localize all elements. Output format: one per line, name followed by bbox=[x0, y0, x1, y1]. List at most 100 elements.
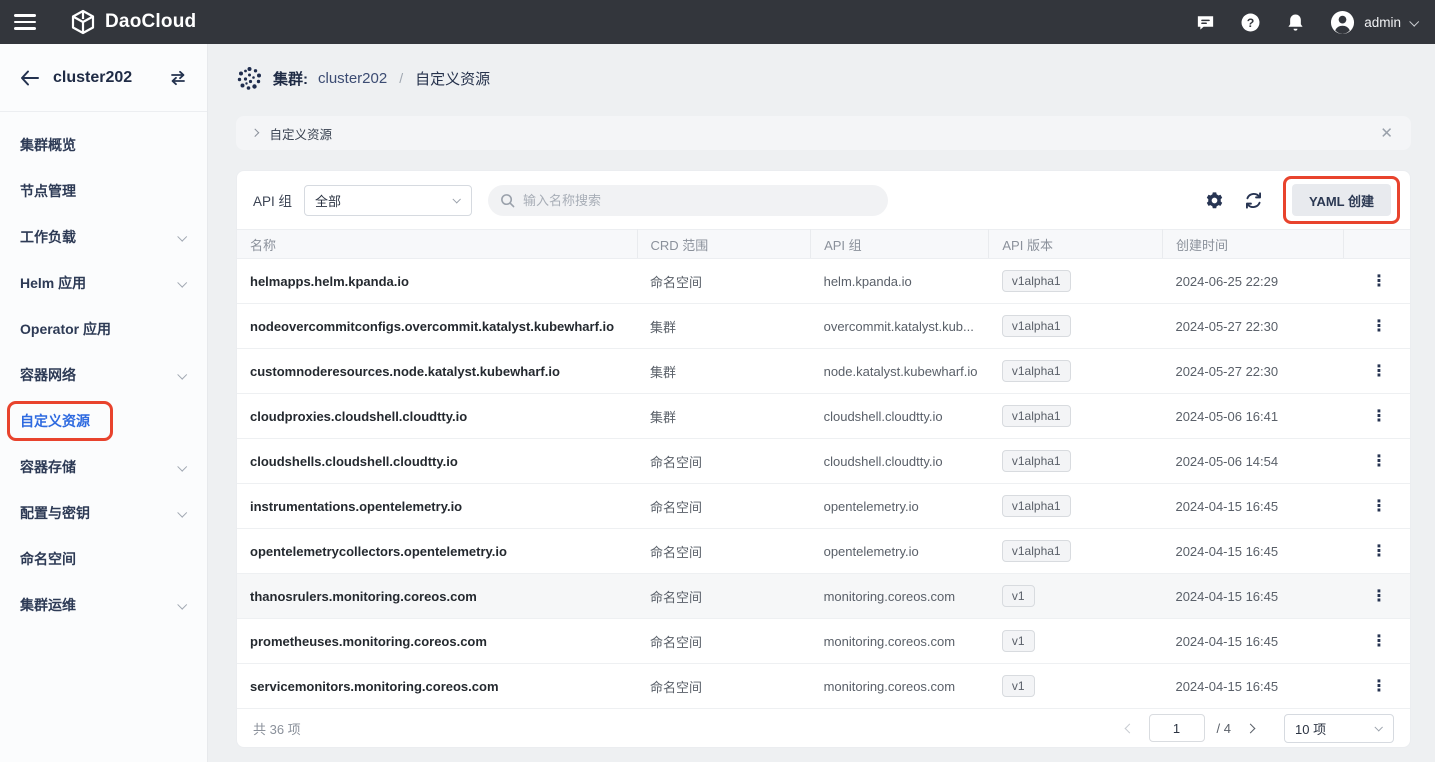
api-version-badge: v1alpha1 bbox=[1002, 270, 1071, 292]
yaml-create-button[interactable]: YAML 创建 bbox=[1292, 184, 1391, 216]
api-version-badge: v1alpha1 bbox=[1002, 315, 1071, 337]
kebab-menu-icon[interactable]: ⋮ bbox=[1371, 408, 1387, 425]
search-box bbox=[488, 185, 888, 216]
close-icon[interactable]: ✕ bbox=[1378, 124, 1395, 143]
table-toolbar: API 组 全部 bbox=[237, 171, 1410, 229]
sidebar-item-0[interactable]: 集群概览 bbox=[0, 122, 207, 168]
kebab-menu-icon[interactable]: ⋮ bbox=[1371, 273, 1387, 290]
table-row[interactable]: cloudproxies.cloudshell.cloudtty.io 集群 c… bbox=[237, 394, 1410, 439]
api-version-badge: v1alpha1 bbox=[1002, 405, 1071, 427]
api-version-badge: v1alpha1 bbox=[1002, 360, 1071, 382]
crd-name: servicemonitors.monitoring.coreos.com bbox=[250, 679, 499, 694]
sidebar-item-1[interactable]: 节点管理 bbox=[0, 168, 207, 214]
table-row[interactable]: prometheuses.monitoring.coreos.com 命名空间 … bbox=[237, 619, 1410, 664]
table-row[interactable]: opentelemetrycollectors.opentelemetry.io… bbox=[237, 529, 1410, 574]
breadcrumb-cluster-link[interactable]: cluster202 bbox=[318, 70, 387, 87]
crd-created-time: 2024-05-27 22:30 bbox=[1162, 304, 1343, 349]
user-menu[interactable]: admin bbox=[1330, 10, 1417, 35]
switch-cluster-icon[interactable] bbox=[169, 70, 187, 86]
hamburger-menu-icon[interactable] bbox=[14, 14, 36, 30]
sidebar-item-5[interactable]: 容器网络 bbox=[0, 352, 207, 398]
brand-logo[interactable]: DaoCloud bbox=[70, 9, 196, 35]
page-number-input[interactable] bbox=[1149, 714, 1205, 742]
api-group-label: API 组 bbox=[253, 190, 292, 210]
crd-name: instrumentations.opentelemetry.io bbox=[250, 499, 462, 514]
crd-created-time: 2024-06-25 22:29 bbox=[1162, 259, 1343, 304]
api-version-badge: v1 bbox=[1002, 585, 1035, 607]
crd-scope: 命名空间 bbox=[637, 529, 811, 574]
table-row[interactable]: customnoderesources.node.katalyst.kubewh… bbox=[237, 349, 1410, 394]
crd-api-group: cloudshell.cloudtty.io bbox=[811, 394, 989, 439]
sidebar-item-10[interactable]: 集群运维 bbox=[0, 582, 207, 628]
help-icon[interactable]: ? bbox=[1240, 12, 1261, 33]
sidebar-item-6[interactable]: 自定义资源 bbox=[0, 398, 207, 444]
kebab-menu-icon[interactable]: ⋮ bbox=[1371, 678, 1387, 695]
crd-created-time: 2024-04-15 16:45 bbox=[1162, 484, 1343, 529]
kebab-menu-icon[interactable]: ⋮ bbox=[1371, 363, 1387, 380]
next-page-icon[interactable] bbox=[1243, 721, 1258, 736]
table-row[interactable]: cloudshells.cloudshell.cloudtty.io 命名空间 … bbox=[237, 439, 1410, 484]
search-input[interactable] bbox=[523, 193, 876, 208]
breadcrumb-separator: / bbox=[397, 70, 405, 86]
daocloud-logo-icon bbox=[70, 9, 96, 35]
pagination: / 4 10 项 bbox=[1122, 714, 1394, 743]
api-version-badge: v1 bbox=[1002, 630, 1035, 652]
message-icon[interactable] bbox=[1195, 12, 1216, 33]
chevron-right-icon[interactable] bbox=[251, 129, 259, 137]
cluster-dots-icon bbox=[236, 65, 263, 92]
crd-name: cloudshells.cloudshell.cloudtty.io bbox=[250, 454, 458, 469]
table-footer: 共 36 项 / 4 10 项 bbox=[237, 709, 1410, 747]
crd-scope: 命名空间 bbox=[637, 439, 811, 484]
crd-created-time: 2024-05-06 14:54 bbox=[1162, 439, 1343, 484]
kebab-menu-icon[interactable]: ⋮ bbox=[1371, 633, 1387, 650]
crd-created-time: 2024-04-15 16:45 bbox=[1162, 664, 1343, 709]
table-row[interactable]: nodeovercommitconfigs.overcommit.katalys… bbox=[237, 304, 1410, 349]
sidebar-item-3[interactable]: Helm 应用 bbox=[0, 260, 207, 306]
crd-scope: 命名空间 bbox=[637, 619, 811, 664]
prev-page-icon[interactable] bbox=[1122, 721, 1137, 736]
crd-table: 名称CRD 范围API 组API 版本创建时间 helmapps.helm.kp… bbox=[237, 229, 1410, 709]
table-row[interactable]: helmapps.helm.kpanda.io 命名空间 helm.kpanda… bbox=[237, 259, 1410, 304]
crd-table-card: API 组 全部 bbox=[236, 170, 1411, 748]
kebab-menu-icon[interactable]: ⋮ bbox=[1371, 453, 1387, 470]
kebab-menu-icon[interactable]: ⋮ bbox=[1371, 543, 1387, 560]
table-header-row: 名称CRD 范围API 组API 版本创建时间 bbox=[237, 230, 1410, 259]
refresh-icon[interactable] bbox=[1244, 191, 1263, 210]
notification-bell-icon[interactable] bbox=[1285, 12, 1306, 33]
kebab-menu-icon[interactable]: ⋮ bbox=[1371, 318, 1387, 335]
sidebar-item-9[interactable]: 命名空间 bbox=[0, 536, 207, 582]
sidebar-item-7[interactable]: 容器存储 bbox=[0, 444, 207, 490]
column-header-1: CRD 范围 bbox=[637, 230, 811, 259]
sidebar-item-8[interactable]: 配置与密钥 bbox=[0, 490, 207, 536]
top-navbar: DaoCloud ? admin bbox=[0, 0, 1435, 44]
api-group-selected-value: 全部 bbox=[315, 191, 453, 210]
crd-name: thanosrulers.monitoring.coreos.com bbox=[250, 589, 477, 604]
kebab-menu-icon[interactable]: ⋮ bbox=[1371, 588, 1387, 605]
crd-api-group: opentelemetry.io bbox=[811, 529, 989, 574]
api-version-badge: v1alpha1 bbox=[1002, 495, 1071, 517]
page-size-value: 10 项 bbox=[1295, 719, 1375, 738]
chevron-down-icon bbox=[177, 461, 187, 471]
page-size-select[interactable]: 10 项 bbox=[1284, 714, 1394, 743]
kebab-menu-icon[interactable]: ⋮ bbox=[1371, 498, 1387, 515]
crd-api-group: helm.kpanda.io bbox=[811, 259, 989, 304]
table-row[interactable]: thanosrulers.monitoring.coreos.com 命名空间 … bbox=[237, 574, 1410, 619]
api-version-badge: v1alpha1 bbox=[1002, 450, 1071, 472]
table-row[interactable]: servicemonitors.monitoring.coreos.com 命名… bbox=[237, 664, 1410, 709]
crd-scope: 命名空间 bbox=[637, 484, 811, 529]
sidebar-header: cluster202 bbox=[0, 44, 207, 112]
back-arrow-icon[interactable] bbox=[20, 70, 39, 86]
api-version-badge: v1alpha1 bbox=[1002, 540, 1071, 562]
svg-text:?: ? bbox=[1247, 15, 1255, 29]
api-group-select[interactable]: 全部 bbox=[304, 185, 472, 216]
cluster-name: cluster202 bbox=[53, 69, 169, 87]
breadcrumb: 集群: cluster202 / 自定义资源 bbox=[236, 58, 1411, 98]
crd-created-time: 2024-04-15 16:45 bbox=[1162, 574, 1343, 619]
crd-name: opentelemetrycollectors.opentelemetry.io bbox=[250, 544, 507, 559]
sidebar-item-4[interactable]: Operator 应用 bbox=[0, 306, 207, 352]
sidebar-item-2[interactable]: 工作负载 bbox=[0, 214, 207, 260]
gear-icon[interactable] bbox=[1205, 191, 1224, 210]
crd-api-group: monitoring.coreos.com bbox=[811, 664, 989, 709]
table-row[interactable]: instrumentations.opentelemetry.io 命名空间 o… bbox=[237, 484, 1410, 529]
crd-created-time: 2024-04-15 16:45 bbox=[1162, 619, 1343, 664]
